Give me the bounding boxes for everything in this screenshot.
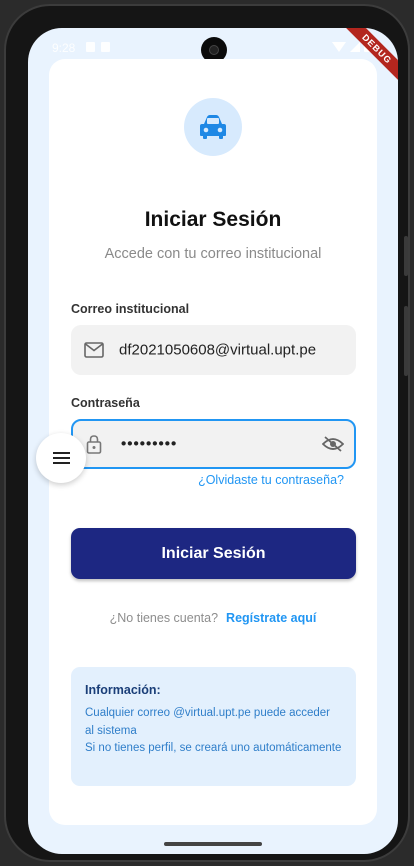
signal-icon bbox=[350, 41, 360, 52]
status-time: 9:28 bbox=[52, 41, 76, 55]
password-field[interactable]: ••••••••• bbox=[71, 419, 356, 469]
volume-button bbox=[404, 236, 408, 276]
wifi-icon bbox=[332, 41, 346, 52]
car-icon bbox=[200, 115, 226, 139]
register-link[interactable]: Regístrate aquí bbox=[226, 611, 316, 625]
menu-button[interactable] bbox=[36, 433, 86, 483]
password-label: Contraseña bbox=[71, 396, 140, 410]
no-account-text: ¿No tienes cuenta? bbox=[109, 611, 219, 625]
menu-icon bbox=[52, 449, 70, 467]
email-value: df2021050608@virtual.upt.pe bbox=[119, 341, 317, 359]
forgot-password-link[interactable]: ¿Olvidaste tu contraseña? bbox=[198, 473, 344, 487]
email-label: Correo institucional bbox=[71, 302, 190, 316]
logo bbox=[184, 98, 242, 156]
login-card: Iniciar Sesión Accede con tu correo inst… bbox=[49, 59, 377, 825]
info-line-1: Cualquier correo @virtual.upt.pe puede a… bbox=[85, 707, 331, 737]
app-screen: 9:28 DEBUG Iniciar Sesión Accede con tu … bbox=[28, 28, 398, 854]
notification-icon bbox=[101, 42, 110, 52]
notification-icon bbox=[86, 42, 95, 52]
home-indicator[interactable] bbox=[164, 842, 262, 846]
password-value: ••••••••• bbox=[121, 435, 178, 453]
register-row: ¿No tienes cuenta? Regístrate aquí bbox=[49, 611, 377, 625]
login-button[interactable]: Iniciar Sesión bbox=[71, 528, 356, 579]
eye-off-icon[interactable] bbox=[322, 435, 344, 453]
info-title: Información: bbox=[85, 683, 161, 697]
lock-icon bbox=[86, 435, 102, 454]
power-button bbox=[404, 306, 408, 376]
page-subtitle: Accede con tu correo institucional bbox=[104, 246, 322, 262]
info-box: Información: Cualquier correo @virtual.u… bbox=[71, 667, 356, 786]
notification-icons bbox=[86, 42, 110, 52]
info-line-2: Si no tienes perfil, se creará uno autom… bbox=[85, 742, 342, 754]
page-title: Iniciar Sesión bbox=[144, 208, 282, 231]
mail-icon bbox=[84, 342, 104, 358]
email-field[interactable]: df2021050608@virtual.upt.pe bbox=[71, 325, 356, 375]
phone-frame: 9:28 DEBUG Iniciar Sesión Accede con tu … bbox=[4, 4, 410, 862]
